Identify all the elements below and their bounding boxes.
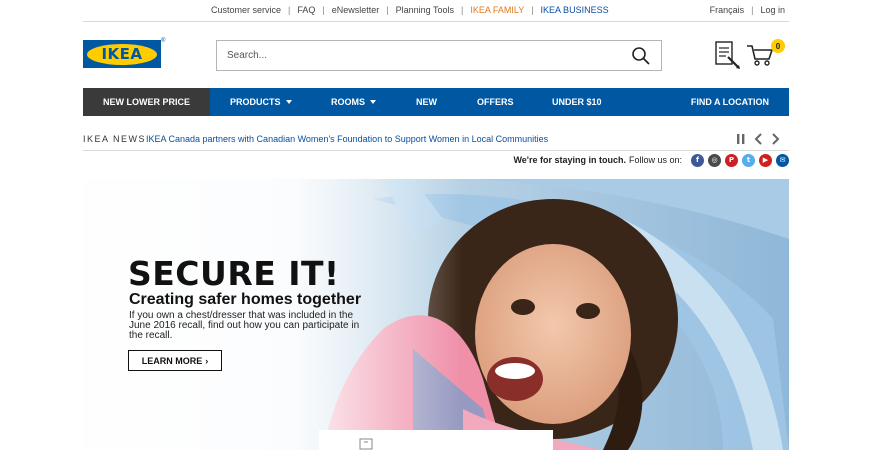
link-enewsletter[interactable]: eNewsletter: [332, 5, 380, 15]
nav-label: FIND A LOCATION: [690, 97, 769, 107]
utility-links: Customer service | FAQ | eNewsletter | Plannin…: [211, 5, 609, 15]
separator: |: [751, 5, 754, 15]
nav-label: OFFERS: [477, 97, 514, 107]
nav-label: PRODUCTS: [230, 97, 281, 107]
dresser-icon: [359, 438, 373, 450]
main-navigation: NEW LOWER PRICE PRODUCTS ROOMS NEW OFFER…: [83, 88, 789, 116]
link-log-in[interactable]: Log in: [760, 5, 785, 15]
shopping-list-icon[interactable]: [714, 41, 740, 69]
separator: |: [288, 5, 291, 15]
link-ikea-business[interactable]: IKEA BUSINESS: [541, 5, 609, 15]
nav-under-10[interactable]: UNDER $10: [552, 88, 602, 116]
separator: |: [322, 5, 325, 15]
utility-bar: Customer service | FAQ | eNewsletter | Plannin…: [83, 0, 789, 22]
news-headline-link[interactable]: IKEA Canada partners with Canadian Women…: [146, 134, 548, 144]
nav-products[interactable]: PRODUCTS: [230, 88, 292, 116]
social-follow-row: We're for staying in touch. Follow us on…: [513, 153, 789, 167]
news-label: IKEA NEWS: [83, 134, 147, 144]
email-icon[interactable]: ✉: [776, 153, 789, 167]
logo-oval: IKEA: [87, 43, 157, 65]
hero-description: If you own a chest/dresser that was incl…: [129, 310, 360, 341]
separator: |: [386, 5, 389, 15]
cart-count-badge: 0: [771, 39, 785, 53]
caret-down-icon: [370, 99, 377, 104]
separator: |: [461, 5, 464, 15]
nav-new[interactable]: NEW: [416, 88, 437, 116]
registered-mark: ®: [161, 38, 166, 44]
link-faq[interactable]: FAQ: [297, 5, 315, 15]
separator: |: [531, 5, 534, 15]
hero-title: SECURE IT!: [128, 254, 340, 293]
nav-find-location[interactable]: FIND A LOCATION: [691, 88, 769, 116]
chevron-right-icon: ›: [205, 355, 209, 366]
search-input[interactable]: [217, 41, 597, 70]
pause-icon[interactable]: [735, 133, 747, 145]
ikea-logo[interactable]: IKEA: [83, 40, 161, 68]
follow-label: Follow us on:: [628, 155, 682, 165]
facebook-icon[interactable]: f: [691, 153, 704, 167]
instagram-icon[interactable]: ◎: [708, 153, 721, 167]
nav-new-lower-price[interactable]: NEW LOWER PRICE: [83, 88, 210, 116]
social-tagline: We're for staying in touch.: [513, 155, 626, 165]
link-customer-service[interactable]: Customer service: [211, 5, 281, 15]
cart-icon[interactable]: [746, 43, 774, 67]
learn-more-label: LEARN MORE: [141, 355, 203, 366]
hero-subtitle: Creating safer homes together: [129, 291, 362, 308]
nav-offers[interactable]: OFFERS: [477, 88, 514, 116]
pinterest-icon[interactable]: P: [725, 153, 738, 167]
link-ikea-family[interactable]: IKEA FAMILY: [470, 5, 524, 15]
search-icon[interactable]: [631, 46, 651, 66]
youtube-icon[interactable]: ▶: [759, 153, 772, 167]
link-francais[interactable]: Français: [710, 5, 745, 15]
divider: [83, 150, 789, 151]
hero-info-card: [319, 430, 553, 450]
search-box: [216, 40, 662, 71]
nav-label: NEW: [416, 97, 437, 107]
utility-right-links: Français | Log in: [710, 5, 785, 15]
nav-label: ROOMS: [331, 97, 366, 107]
nav-label: NEW LOWER PRICE: [103, 97, 190, 107]
news-ticker: IKEA NEWS IKEA Canada partners with Cana…: [83, 133, 789, 147]
link-planning-tools[interactable]: Planning Tools: [396, 5, 454, 15]
logo-text: IKEA: [101, 45, 143, 63]
chevron-left-icon[interactable]: [753, 133, 765, 145]
chevron-right-icon[interactable]: [769, 133, 781, 145]
learn-more-button[interactable]: LEARN MORE ›: [128, 350, 222, 371]
nav-rooms[interactable]: ROOMS: [331, 88, 377, 116]
caret-down-icon: [285, 99, 292, 104]
nav-label: UNDER $10: [552, 97, 602, 107]
twitter-icon[interactable]: t: [742, 153, 755, 167]
hero-banner[interactable]: SECURE IT! Creating safer homes together…: [83, 179, 789, 450]
